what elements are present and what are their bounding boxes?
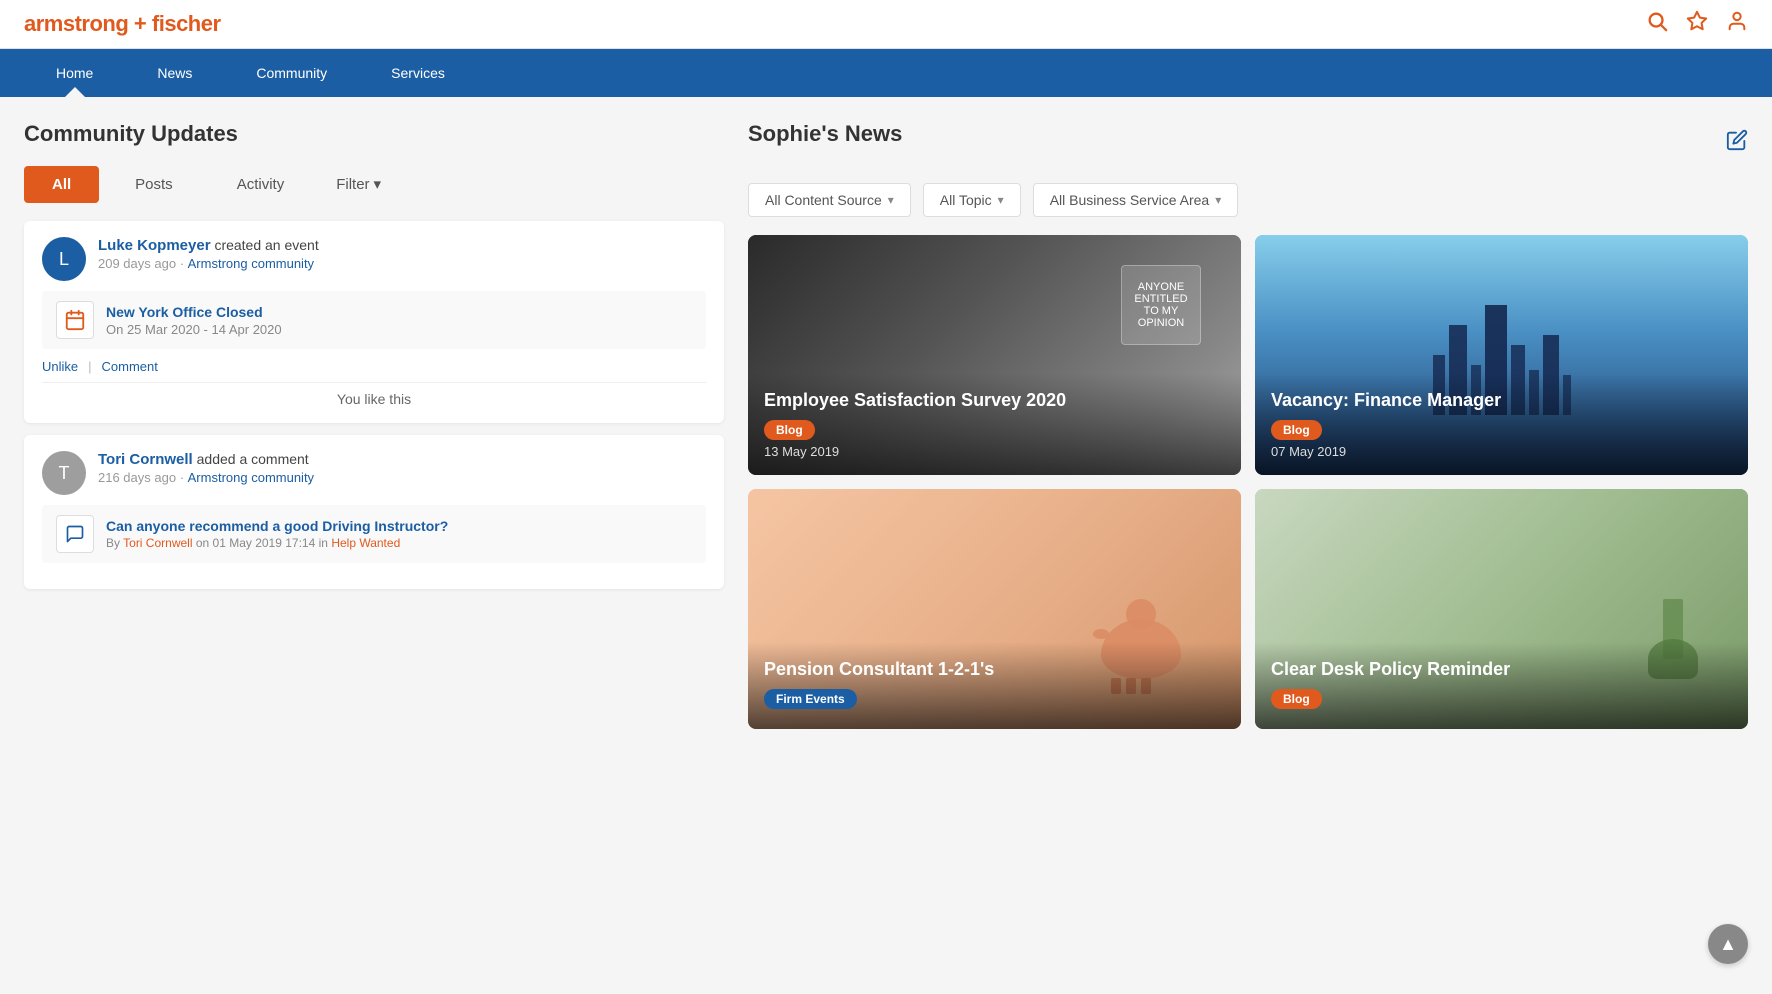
news-card-4[interactable]: Clear Desk Policy Reminder Blog — [1255, 489, 1748, 729]
news-badge-4: Blog — [1271, 689, 1322, 709]
filter-content-source[interactable]: All Content Source ▾ — [748, 183, 911, 217]
comment-button[interactable]: Comment — [102, 359, 158, 374]
sophies-news-title: Sophie's News — [748, 121, 902, 147]
divider-1: | — [88, 359, 91, 374]
news-card-2[interactable]: Vacancy: Finance Manager Blog 07 May 201… — [1255, 235, 1748, 475]
news-badge-1: Blog — [764, 420, 815, 440]
tab-activity[interactable]: Activity — [209, 166, 313, 203]
news-card-title-1: Employee Satisfaction Survey 2020 — [764, 389, 1225, 412]
activity-card-1: L Luke Kopmeyer created an event 209 day… — [24, 221, 724, 423]
post-icon-1 — [56, 515, 94, 553]
activity-actions-1: Unlike | Comment — [42, 359, 706, 374]
right-header: Sophie's News — [748, 121, 1748, 165]
activity-time-1: 209 days ago · Armstrong community — [98, 256, 319, 271]
tab-filter[interactable]: Filter ▾ — [320, 165, 397, 203]
activity-meta-2: Tori Cornwell added a comment 216 days a… — [98, 451, 314, 485]
logo-plus: + — [134, 11, 146, 36]
news-card-1[interactable]: ANYONE ENTITLED TO MY OPINION Employee S… — [748, 235, 1241, 475]
filter-topic[interactable]: All Topic ▾ — [923, 183, 1021, 217]
event-card-1[interactable]: New York Office Closed On 25 Mar 2020 - … — [42, 291, 706, 349]
edit-icon[interactable] — [1726, 129, 1748, 157]
news-grid: ANYONE ENTITLED TO MY OPINION Employee S… — [748, 235, 1748, 729]
logo-text-before: armstrong — [24, 11, 134, 36]
star-icon[interactable] — [1686, 10, 1708, 38]
filter-label: Filter — [336, 176, 369, 193]
news-card-bg-2: Vacancy: Finance Manager Blog 07 May 201… — [1255, 235, 1748, 475]
nav-item-services[interactable]: Services — [359, 49, 477, 97]
you-like-1: You like this — [42, 382, 706, 407]
main-content: Community Updates All Posts Activity Fil… — [0, 97, 1772, 729]
filter-business-service-area[interactable]: All Business Service Area ▾ — [1033, 183, 1239, 217]
content-source-chevron-icon: ▾ — [888, 193, 894, 207]
activity-card-2: T Tori Cornwell added a comment 216 days… — [24, 435, 724, 589]
nav-bar: Home News Community Services — [0, 49, 1772, 97]
nav-item-news[interactable]: News — [125, 49, 224, 97]
news-badge-3: Firm Events — [764, 689, 857, 709]
post-meta-1: By Tori Cornwell on 01 May 2019 17:14 in… — [106, 536, 448, 550]
tab-all[interactable]: All — [24, 166, 99, 203]
post-info-1: Can anyone recommend a good Driving Inst… — [106, 518, 448, 550]
activity-time-2: 216 days ago · Armstrong community — [98, 470, 314, 485]
news-date-2: 07 May 2019 — [1271, 444, 1732, 459]
filter-chevron-icon: ▾ — [374, 175, 382, 193]
news-card-overlay-2: Vacancy: Finance Manager Blog 07 May 201… — [1255, 373, 1748, 475]
unlike-button[interactable]: Unlike — [42, 359, 78, 374]
avatar-luke: L — [42, 237, 86, 281]
logo: armstrong + fischer — [24, 11, 221, 37]
calendar-icon — [56, 301, 94, 339]
business-chevron-icon: ▾ — [1215, 193, 1221, 207]
news-card-bg-3: Pension Consultant 1-2-1's Firm Events — [748, 489, 1241, 729]
tab-posts[interactable]: Posts — [107, 166, 201, 203]
news-filters: All Content Source ▾ All Topic ▾ All Bus… — [748, 183, 1748, 217]
nav-item-home[interactable]: Home — [24, 49, 125, 97]
community-updates-title: Community Updates — [24, 121, 724, 147]
news-card-overlay-3: Pension Consultant 1-2-1's Firm Events — [748, 642, 1241, 729]
left-panel: Community Updates All Posts Activity Fil… — [24, 121, 724, 729]
event-title-1[interactable]: New York Office Closed — [106, 304, 282, 320]
activity-header-2: T Tori Cornwell added a comment 216 days… — [42, 451, 706, 495]
news-card-overlay-1: Employee Satisfaction Survey 2020 Blog 1… — [748, 373, 1241, 475]
activity-user-tori[interactable]: Tori Cornwell — [98, 451, 193, 468]
topic-label: All Topic — [940, 192, 992, 208]
event-date-1: On 25 Mar 2020 - 14 Apr 2020 — [106, 322, 282, 337]
user-icon[interactable] — [1726, 10, 1748, 38]
business-service-label: All Business Service Area — [1050, 192, 1210, 208]
filter-tabs: All Posts Activity Filter ▾ — [24, 165, 724, 203]
nav-item-community[interactable]: Community — [224, 49, 359, 97]
header-icons — [1646, 10, 1748, 38]
activity-action-1: created an event — [214, 237, 318, 253]
search-icon[interactable] — [1646, 10, 1668, 38]
post-category[interactable]: Help Wanted — [331, 536, 400, 550]
content-source-label: All Content Source — [765, 192, 882, 208]
post-by-user[interactable]: Tori Cornwell — [123, 536, 192, 550]
activity-meta-1: Luke Kopmeyer created an event 209 days … — [98, 237, 319, 271]
header: armstrong + fischer — [0, 0, 1772, 49]
event-info-1: New York Office Closed On 25 Mar 2020 - … — [106, 304, 282, 337]
news-card-overlay-4: Clear Desk Policy Reminder Blog — [1255, 642, 1748, 729]
activity-header-1: L Luke Kopmeyer created an event 209 day… — [42, 237, 706, 281]
scroll-up-button[interactable]: ▲ — [1708, 924, 1748, 964]
activity-action-2: added a comment — [197, 451, 309, 467]
topic-chevron-icon: ▾ — [998, 193, 1004, 207]
post-card-1[interactable]: Can anyone recommend a good Driving Inst… — [42, 505, 706, 563]
activity-user-luke[interactable]: Luke Kopmeyer — [98, 237, 211, 254]
scroll-up-icon: ▲ — [1719, 934, 1737, 955]
news-badge-2: Blog — [1271, 420, 1322, 440]
news-card-title-4: Clear Desk Policy Reminder — [1271, 658, 1732, 681]
news-date-1: 13 May 2019 — [764, 444, 1225, 459]
news-card-title-2: Vacancy: Finance Manager — [1271, 389, 1732, 412]
news-card-bg-1: ANYONE ENTITLED TO MY OPINION Employee S… — [748, 235, 1241, 475]
news-card-bg-4: Clear Desk Policy Reminder Blog — [1255, 489, 1748, 729]
right-panel: Sophie's News All Content Source ▾ All T… — [748, 121, 1748, 729]
post-title-1[interactable]: Can anyone recommend a good Driving Inst… — [106, 518, 448, 534]
logo-text-after: fischer — [146, 11, 220, 36]
news-card-3[interactable]: Pension Consultant 1-2-1's Firm Events — [748, 489, 1241, 729]
news-card-title-3: Pension Consultant 1-2-1's — [764, 658, 1225, 681]
avatar-tori: T — [42, 451, 86, 495]
